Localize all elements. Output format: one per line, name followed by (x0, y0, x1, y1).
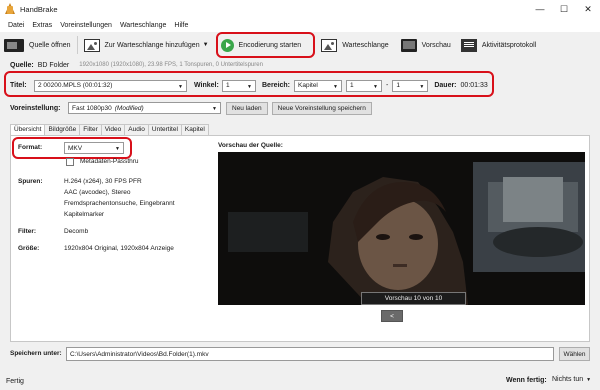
menu-queue[interactable]: Warteschlange (116, 22, 170, 29)
tracks-label: Spuren: (18, 178, 43, 185)
menu-help[interactable]: Hilfe (170, 22, 192, 29)
window-controls: — ☐ ✕ (528, 0, 600, 18)
highlight-title-row (4, 71, 494, 97)
when-done-value: Nichts tun (552, 376, 584, 383)
track-item: H.264 (x264), 30 FPS PFR (64, 178, 142, 185)
track-item: Fremdsprachentonsuche, Eingebrannt (64, 200, 175, 207)
metadata-passthru-label: Metadaten-Passthru (80, 158, 139, 165)
status-bar: Fertig Wenn fertig: Nichts tun ▼ (0, 372, 600, 390)
tab-video[interactable]: Video (100, 124, 126, 135)
handbrake-logo-icon (4, 3, 16, 15)
menu-tools[interactable]: Extras (28, 22, 56, 29)
maximize-button[interactable]: ☐ (552, 0, 576, 18)
preview-caption: Vorschau 10 von 10 (361, 292, 466, 305)
preview-button[interactable]: Vorschau (398, 35, 454, 55)
track-item: AAC (avcodec), Stereo (64, 189, 131, 196)
add-queue-label: Zur Warteschlange hinzufügen (104, 41, 200, 49)
chevron-down-icon[interactable]: ▼ (203, 42, 209, 48)
menu-presets[interactable]: Voreinstellungen (56, 22, 116, 29)
queue-button[interactable]: Warteschlange (318, 35, 391, 55)
chevron-down-icon: ▼ (212, 106, 217, 112)
status-text: Fertig (6, 377, 24, 385)
tab-chapters[interactable]: Kapitel (180, 124, 209, 135)
preview-back-button[interactable]: < (381, 310, 403, 322)
activity-log-icon (460, 38, 477, 52)
filter-label: Filter: (18, 228, 37, 235)
highlight-start-encode (216, 32, 315, 58)
size-value: 1920x804 Original, 1920x804 Anzeige (64, 245, 174, 252)
save-path-input[interactable]: C:\Users\Administrator\Videos\Bd.Folder(… (66, 347, 554, 361)
source-row: Quelle: BD Folder 1920x1080 (1920x1080),… (10, 60, 263, 70)
preset-modified: (Modified) (114, 104, 144, 112)
source-preview-image: Vorschau 10 von 10 (218, 152, 585, 305)
when-done-select[interactable]: Nichts tun ▼ (552, 376, 591, 383)
preview-source-label: Vorschau der Quelle: (218, 142, 283, 149)
reload-preset-button[interactable]: Neu laden (226, 101, 268, 115)
highlight-format (12, 137, 132, 159)
open-source-label: Quelle öffnen (29, 41, 71, 49)
activity-log-button[interactable]: Aktivitätsprotokoll (458, 35, 539, 55)
preset-select[interactable]: Fast 1080p30 (Modified) ▼ (68, 102, 221, 114)
toolbar-divider (76, 36, 78, 54)
tab-audio[interactable]: Audio (124, 124, 149, 135)
handbrake-window: HandBrake — ☐ ✕ Datei Extras Voreinstell… (0, 0, 600, 390)
add-to-queue-button[interactable]: Zur Warteschlange hinzufügen ▼ (81, 35, 212, 55)
tab-subtitles[interactable]: Untertitel (147, 124, 182, 135)
queue-icon (321, 38, 338, 52)
preview-label: Vorschau (421, 41, 451, 49)
size-label: Größe: (18, 245, 40, 252)
filter-value: Decomb (64, 228, 89, 235)
preset-label: Voreinstellung: (10, 104, 61, 112)
activity-log-label: Aktivitätsprotokoll (481, 41, 537, 49)
chevron-down-icon: ▼ (586, 377, 592, 383)
preset-row: Voreinstellung: Fast 1080p30 (Modified) … (10, 101, 372, 115)
source-info: 1920x1080 (1920x1080), 23.98 FPS, 1 Tons… (79, 62, 263, 68)
menu-file[interactable]: Datei (4, 22, 28, 29)
metadata-passthru-checkbox[interactable] (66, 158, 74, 166)
source-label: Quelle: (10, 61, 34, 69)
save-path-value: C:\Users\Administrator\Videos\Bd.Folder(… (70, 350, 209, 358)
browse-button[interactable]: Wählen (559, 347, 590, 361)
film-icon (4, 38, 24, 52)
queue-label: Warteschlange (342, 41, 389, 49)
add-queue-icon (83, 38, 100, 52)
tab-summary[interactable]: Übersicht (10, 124, 46, 135)
open-source-button[interactable]: Quelle öffnen (0, 35, 74, 55)
settings-tabs: Übersicht Bildgröße Filter Video Audio U… (10, 124, 209, 135)
tab-filters[interactable]: Filter (79, 124, 102, 135)
preview-frame-illustration (218, 152, 585, 305)
track-item: Kapitelmarker (64, 211, 105, 218)
save-as-label: Speichern unter: (10, 350, 62, 357)
menu-bar: Datei Extras Voreinstellungen Warteschla… (0, 18, 600, 32)
when-done-label: Wenn fertig: (506, 377, 547, 384)
tab-dimensions[interactable]: Bildgröße (44, 124, 81, 135)
preset-value: Fast 1080p30 (72, 104, 112, 112)
title-bar: HandBrake — ☐ ✕ (0, 0, 600, 18)
window-title: HandBrake (20, 4, 58, 14)
preview-icon (400, 38, 417, 52)
minimize-button[interactable]: — (528, 0, 552, 18)
close-button[interactable]: ✕ (576, 0, 600, 18)
save-new-preset-button[interactable]: Neue Voreinstellung speichern (271, 101, 372, 115)
source-value: BD Folder (37, 61, 70, 69)
